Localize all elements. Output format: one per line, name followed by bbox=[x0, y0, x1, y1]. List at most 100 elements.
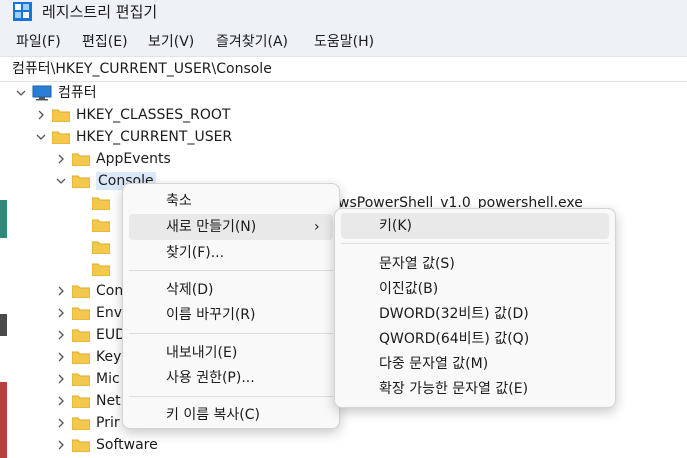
context-menu: 축소 새로 만들기(N) › 찾기(F)... 삭제(D) 이름 바꾸기(R) … bbox=[122, 183, 340, 429]
chevron-right-icon[interactable] bbox=[54, 306, 68, 320]
submenu-binary-value[interactable]: 이진값(B) bbox=[341, 276, 609, 302]
ctx-collapse-label: 축소 bbox=[166, 193, 192, 209]
folder-open-icon bbox=[72, 175, 90, 188]
submenu-dword-value[interactable]: DWORD(32비트) 값(D) bbox=[341, 301, 609, 327]
folder-icon bbox=[72, 329, 90, 342]
chevron-down-icon[interactable] bbox=[34, 130, 48, 144]
chevron-down-icon[interactable] bbox=[54, 174, 68, 188]
folder-icon bbox=[72, 373, 90, 386]
tree-label: Prir bbox=[96, 415, 120, 431]
window-title: 레지스트리 편집기 bbox=[42, 3, 158, 21]
chevron-right-icon[interactable] bbox=[54, 328, 68, 342]
tree-node-console-child[interactable] bbox=[92, 236, 116, 258]
tree-node-console-child[interactable] bbox=[92, 258, 116, 280]
menu-separator bbox=[341, 243, 609, 244]
chevron-right-icon[interactable] bbox=[54, 416, 68, 430]
ctx-delete-label: 삭제(D) bbox=[166, 282, 214, 298]
tree-node[interactable]: Env bbox=[54, 302, 122, 324]
tree-node-computer[interactable]: 컴퓨터 bbox=[14, 82, 97, 104]
tree-label-computer: 컴퓨터 bbox=[58, 85, 97, 101]
ctx-permissions[interactable]: 사용 권한(P)... bbox=[129, 365, 333, 391]
menu-separator bbox=[129, 396, 333, 397]
chevron-right-icon: › bbox=[314, 219, 320, 235]
ctx-find[interactable]: 찾기(F)... bbox=[129, 240, 333, 266]
menu-file[interactable]: 파일(F) bbox=[16, 33, 61, 51]
tree-node[interactable]: EUD bbox=[54, 324, 126, 346]
submenu-expandable-string-value-label: 확장 가능한 문자열 값(E) bbox=[379, 381, 529, 397]
tree-node-console-child[interactable] bbox=[92, 214, 116, 236]
chevron-right-icon[interactable] bbox=[54, 350, 68, 364]
tree-node[interactable]: Key bbox=[54, 346, 121, 368]
chevron-right-icon[interactable] bbox=[54, 394, 68, 408]
ctx-export[interactable]: 내보내기(E) bbox=[129, 340, 333, 366]
folder-icon bbox=[92, 219, 110, 232]
title-bar: 레지스트리 편집기 bbox=[0, 0, 687, 28]
folder-icon bbox=[92, 197, 110, 210]
tree-label: Env bbox=[96, 305, 123, 321]
chevron-right-icon[interactable] bbox=[54, 152, 68, 166]
menu-help[interactable]: 도움말(H) bbox=[314, 33, 374, 51]
tree-node[interactable]: Con bbox=[54, 280, 123, 302]
tree-node-hkey-current-user[interactable]: HKEY_CURRENT_USER bbox=[34, 126, 232, 148]
ctx-permissions-label: 사용 권한(P)... bbox=[166, 370, 255, 386]
background-fragment bbox=[0, 314, 7, 336]
folder-icon bbox=[52, 109, 70, 122]
tree-node[interactable]: Prir bbox=[54, 412, 120, 434]
background-fragment bbox=[0, 382, 7, 458]
regedit-app-icon bbox=[13, 2, 32, 21]
submenu-dword-value-label: DWORD(32비트) 값(D) bbox=[379, 306, 529, 322]
tree-node-console-child[interactable] bbox=[92, 192, 116, 214]
submenu-string-value-label: 문자열 값(S) bbox=[379, 256, 455, 272]
folder-icon bbox=[92, 263, 110, 276]
tree-node[interactable]: Mic bbox=[54, 368, 120, 390]
tree-label: Con bbox=[96, 283, 124, 299]
tree-node-software[interactable]: Software bbox=[54, 434, 158, 456]
tree-label: HKEY_CURRENT_USER bbox=[76, 129, 233, 145]
tree-node[interactable]: Net bbox=[54, 390, 121, 412]
background-fragment bbox=[0, 200, 7, 238]
folder-icon bbox=[72, 395, 90, 408]
tree-label: AppEvents bbox=[96, 151, 171, 167]
chevron-down-icon[interactable] bbox=[14, 86, 28, 100]
folder-icon bbox=[72, 417, 90, 430]
ctx-delete[interactable]: 삭제(D) bbox=[129, 277, 333, 303]
submenu-qword-value-label: QWORD(64비트) 값(Q) bbox=[379, 331, 530, 347]
ctx-new-label: 새로 만들기(N) bbox=[166, 219, 257, 235]
ctx-export-label: 내보내기(E) bbox=[166, 345, 238, 361]
tree-node-hkey-classes-root[interactable]: HKEY_CLASSES_ROOT bbox=[34, 104, 230, 126]
address-path[interactable]: 컴퓨터\HKEY_CURRENT_USER\Console bbox=[12, 60, 272, 78]
chevron-right-icon[interactable] bbox=[54, 372, 68, 386]
folder-icon bbox=[52, 131, 70, 144]
chevron-right-icon[interactable] bbox=[54, 284, 68, 298]
folder-icon bbox=[72, 285, 90, 298]
submenu-qword-value[interactable]: QWORD(64비트) 값(Q) bbox=[341, 326, 609, 352]
folder-icon bbox=[72, 439, 90, 452]
folder-icon bbox=[92, 241, 110, 254]
tree-node-appevents[interactable]: AppEvents bbox=[54, 148, 171, 170]
ctx-copy-key-name[interactable]: 키 이름 복사(C) bbox=[129, 402, 333, 428]
submenu-expandable-string-value[interactable]: 확장 가능한 문자열 값(E) bbox=[341, 376, 609, 402]
menu-view[interactable]: 보기(V) bbox=[148, 33, 194, 51]
chevron-right-icon[interactable] bbox=[54, 438, 68, 452]
submenu-string-value[interactable]: 문자열 값(S) bbox=[341, 251, 609, 277]
tree-label: Net bbox=[96, 393, 121, 409]
menu-bar: 파일(F) 편집(E) 보기(V) 즐겨찾기(A) 도움말(H) bbox=[0, 28, 687, 56]
address-bar[interactable]: 컴퓨터\HKEY_CURRENT_USER\Console bbox=[0, 56, 687, 82]
tree-label: HKEY_CLASSES_ROOT bbox=[76, 107, 231, 123]
ctx-new[interactable]: 새로 만들기(N) › bbox=[129, 214, 333, 240]
ctx-collapse[interactable]: 축소 bbox=[129, 188, 333, 214]
menu-favorites[interactable]: 즐겨찾기(A) bbox=[216, 33, 288, 51]
submenu-binary-value-label: 이진값(B) bbox=[379, 281, 439, 297]
menu-edit[interactable]: 편집(E) bbox=[82, 33, 128, 51]
submenu-multi-string-value[interactable]: 다중 문자열 값(M) bbox=[341, 351, 609, 377]
submenu-new-key[interactable]: 키(K) bbox=[341, 213, 609, 239]
ctx-find-label: 찾기(F)... bbox=[166, 245, 225, 261]
new-submenu: 키(K) 문자열 값(S) 이진값(B) DWORD(32비트) 값(D) QW… bbox=[334, 208, 616, 408]
ctx-copy-key-name-label: 키 이름 복사(C) bbox=[166, 407, 260, 423]
chevron-right-icon[interactable] bbox=[34, 108, 48, 122]
tree-label: Mic bbox=[96, 371, 120, 387]
menu-separator bbox=[129, 270, 333, 271]
computer-icon bbox=[32, 85, 52, 101]
folder-icon bbox=[72, 153, 90, 166]
ctx-rename[interactable]: 이름 바꾸기(R) bbox=[129, 302, 333, 328]
